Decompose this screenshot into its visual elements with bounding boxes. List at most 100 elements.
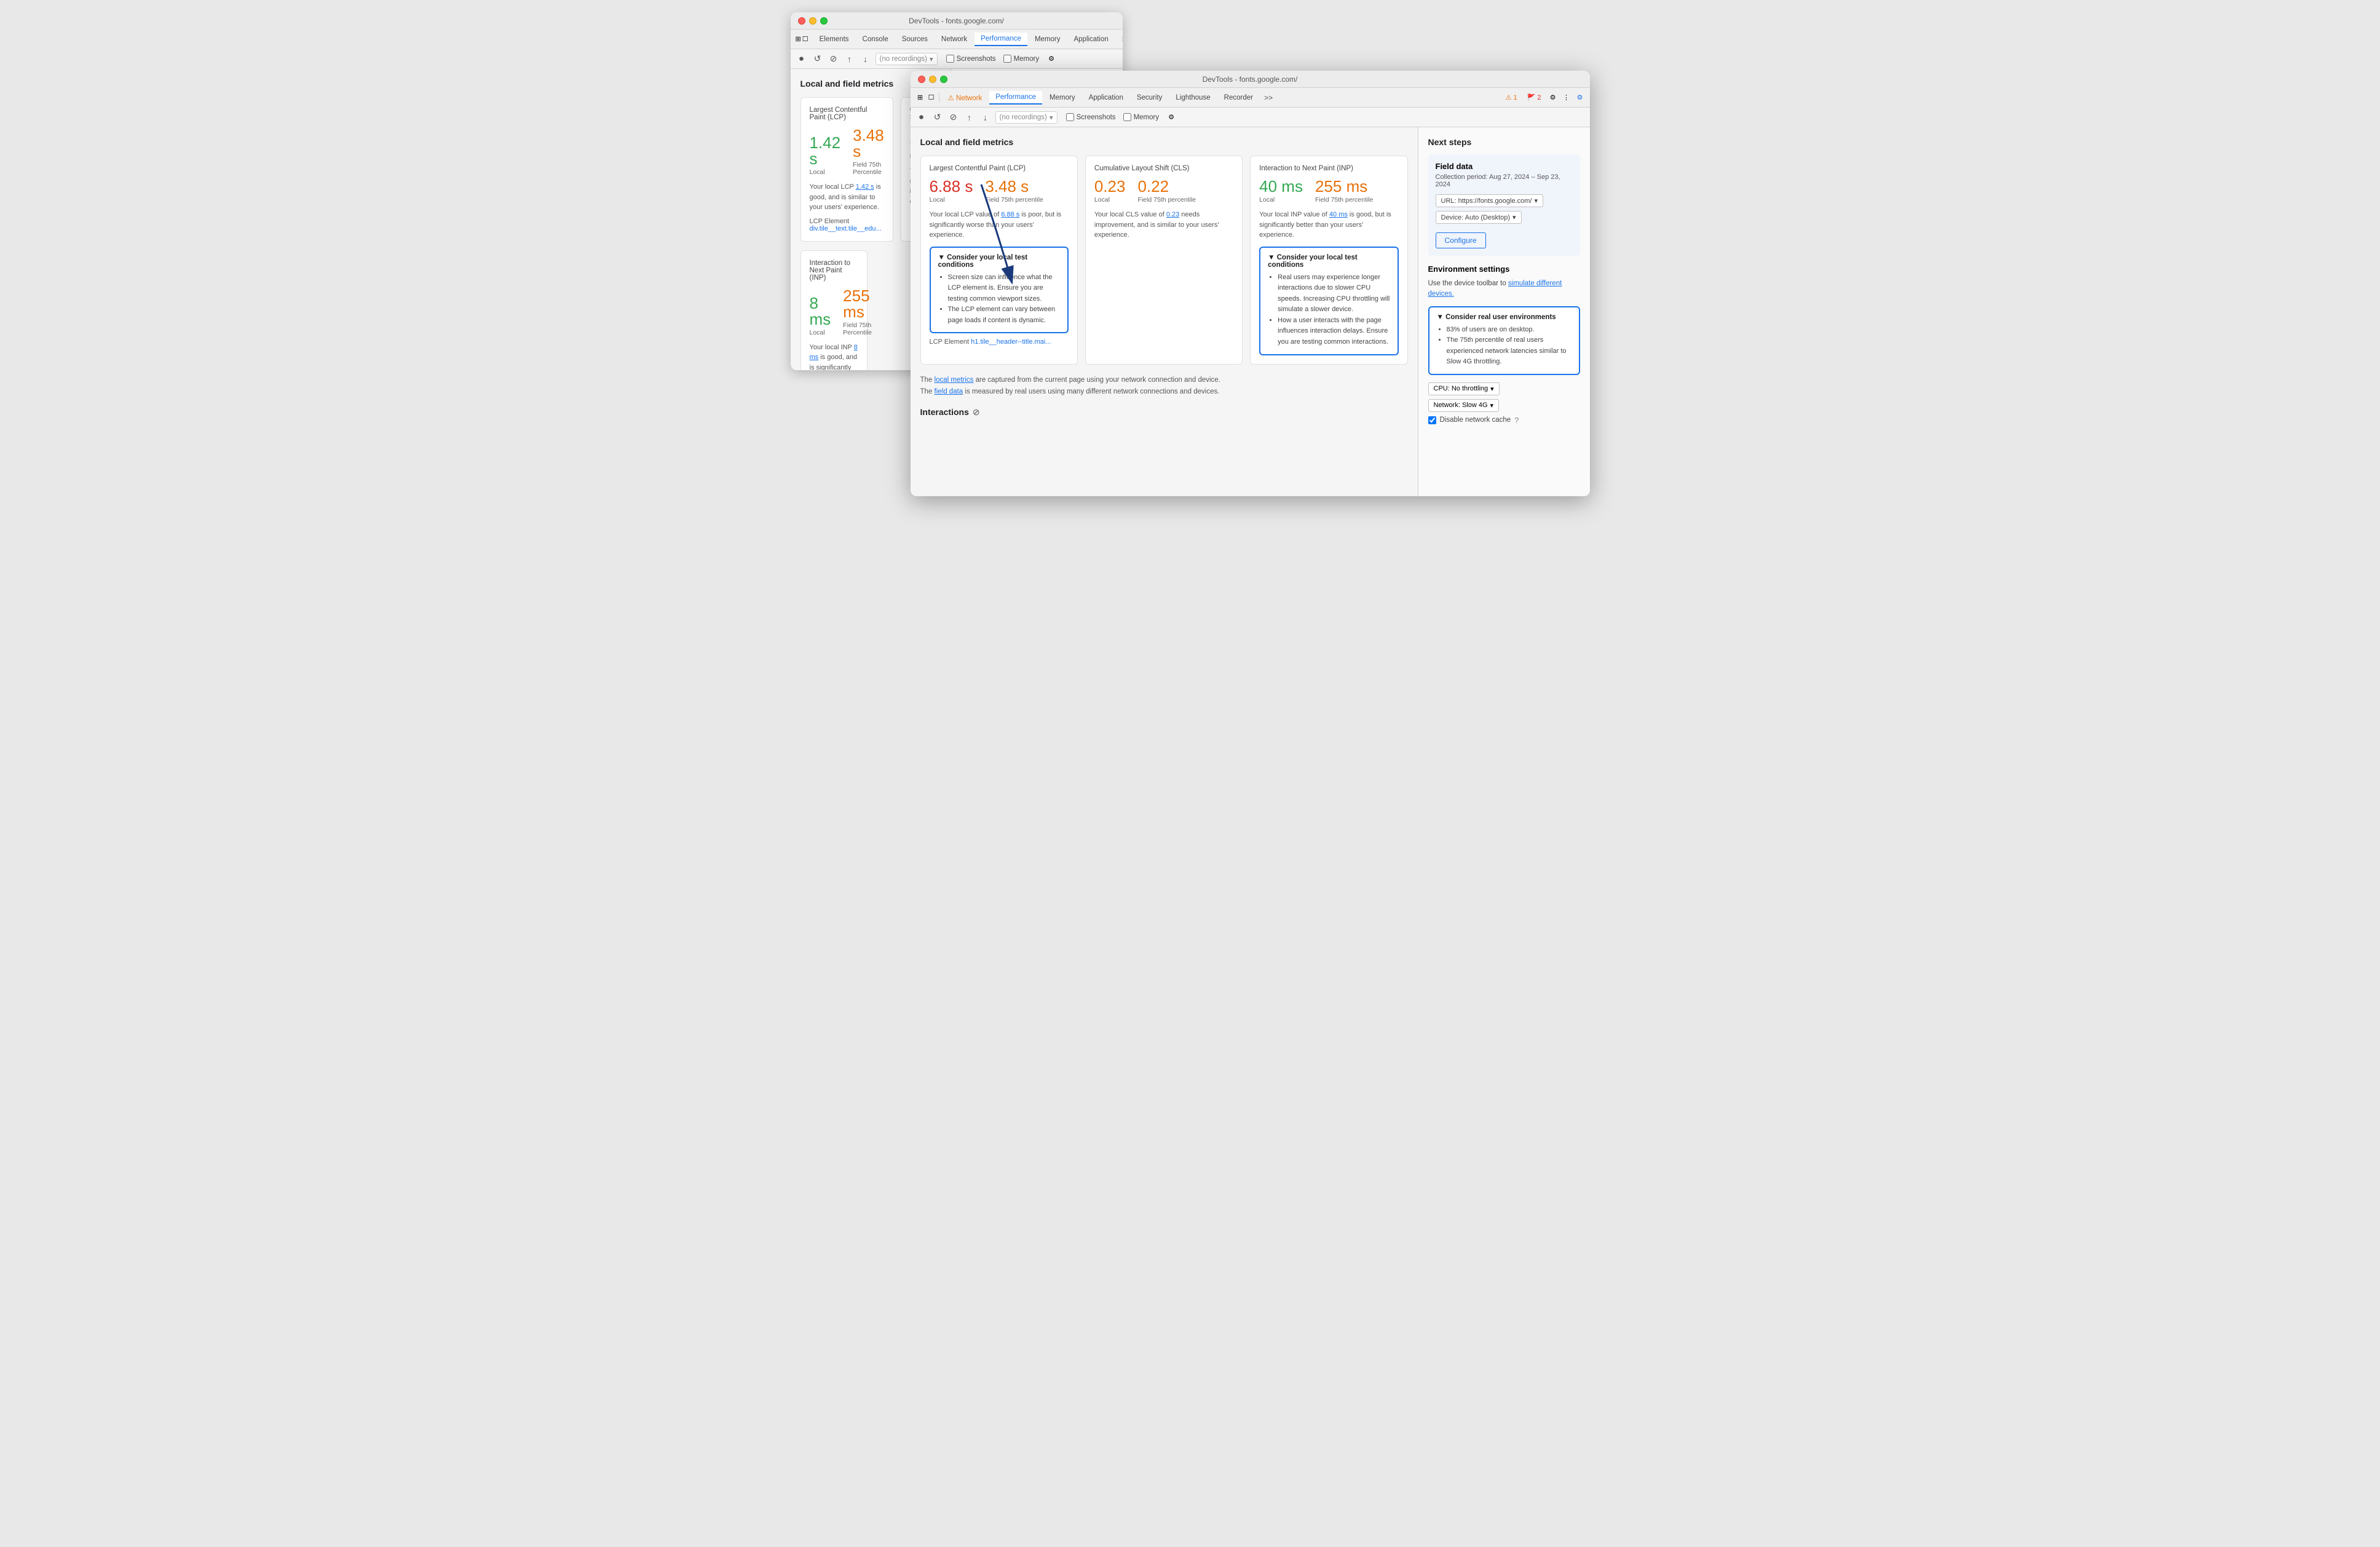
devtools-select-icon-fg[interactable]: ⊞ (915, 93, 925, 103)
tab-console-bg[interactable]: Console (856, 33, 895, 46)
lcp-local-val-bg: 1.42 s (810, 135, 841, 167)
tab-application-bg[interactable]: Application (1067, 33, 1114, 46)
tabbar-bg: ⊞ ☐ Elements Console Sources Network Per… (791, 30, 1123, 49)
consider-real-list-fg: 83% of users are on desktop. The 75th pe… (1437, 325, 1572, 368)
lcp-card-fg: Largest Contentful Paint (LCP) 6.88 s Lo… (920, 156, 1078, 365)
traffic-lights-fg (918, 76, 947, 83)
clear-btn-bg[interactable]: ⊘ (828, 53, 840, 65)
lcp-field-label-bg: Field 75th Percentile (853, 161, 884, 176)
devtools-inspect-icon-fg[interactable]: ☐ (927, 93, 936, 103)
close-button-fg[interactable] (918, 76, 925, 83)
lcp-field-val-bg: 3.48 s (853, 127, 884, 159)
tab-application-fg[interactable]: Application (1083, 92, 1129, 104)
lcp-values-fg: 6.88 s Local 3.48 s Field 75th percentil… (930, 178, 1069, 204)
section-title-fg: Local and field metrics (920, 137, 1408, 147)
field-data-section-fg: Field data Collection period: Aug 27, 20… (1428, 154, 1580, 256)
maximize-button-fg[interactable] (940, 76, 947, 83)
screenshots-checkbox-fg[interactable]: Screenshots (1066, 113, 1116, 121)
lcp-desc-bg: Your local LCP 1.42 s is good, and is si… (810, 182, 884, 213)
window-title-fg: DevTools - fonts.google.com/ (1203, 75, 1298, 84)
disable-cache-checkbox-fg[interactable] (1428, 416, 1436, 424)
more-icon-fg[interactable]: ⋮ (1562, 93, 1572, 103)
url-select-fg: URL: https://fonts.google.com/ ▾ (1436, 194, 1573, 207)
simulate-devices-link[interactable]: simulate different devices. (1428, 280, 1562, 298)
screenshots-checkbox-bg[interactable]: Screenshots (946, 55, 996, 63)
more-tabs-btn-fg[interactable]: >> (1260, 92, 1276, 103)
devtools-window-foreground: DevTools - fonts.google.com/ ⊞ ☐ ⚠ Netwo… (911, 71, 1590, 496)
device-dropdown-fg[interactable]: Device: Auto (Desktop) ▾ (1436, 211, 1522, 224)
left-panel-fg: Local and field metrics Largest Contentf… (911, 127, 1418, 496)
cpu-dropdown-fg[interactable]: CPU: No throttling ▾ (1428, 382, 1500, 395)
env-settings-section-fg: Environment settings Use the device tool… (1428, 264, 1580, 425)
minimize-button-bg[interactable] (809, 17, 816, 25)
inp-title-bg: Interaction to Next Paint (INP) (810, 259, 858, 282)
lcp-field-val-fg: 3.48 s (985, 178, 1043, 194)
tab-memory-bg[interactable]: Memory (1029, 33, 1067, 46)
tab-security-fg[interactable]: Security (1131, 92, 1169, 104)
devtools-select-icon[interactable]: ⊞ (796, 34, 801, 44)
cls-values-fg: 0.23 Local 0.22 Field 75th percentile (1094, 178, 1233, 204)
next-steps-title-fg: Next steps (1428, 137, 1580, 147)
tab-network-bg[interactable]: Network (935, 33, 973, 46)
memory-checkbox-bg[interactable]: Memory (1003, 55, 1040, 63)
right-panel-fg: Next steps Field data Collection period:… (1418, 127, 1590, 496)
network-dropdown-fg[interactable]: Network: Slow 4G ▾ (1428, 399, 1500, 412)
tab-elements-bg[interactable]: Elements (813, 33, 855, 46)
cache-row-fg: Disable network cache ? (1428, 416, 1580, 425)
clear-btn-fg[interactable]: ⊘ (947, 111, 960, 124)
lcp-local-val-fg: 6.88 s (930, 178, 973, 194)
cache-help-icon[interactable]: ? (1514, 416, 1519, 425)
inp-card-bg: Interaction to Next Paint (INP) 8 ms Loc… (801, 250, 868, 371)
download-btn-bg[interactable]: ↓ (860, 53, 872, 65)
minimize-button-fg[interactable] (929, 76, 936, 83)
settings-icon-fg[interactable]: ⚙ (1548, 93, 1558, 103)
field-data-title-fg: Field data (1436, 162, 1573, 171)
settings-toolbar-icon-bg[interactable]: ⚙ (1046, 54, 1056, 64)
tab-performance-bg[interactable]: Performance (975, 33, 1027, 46)
toolbar-fg: ⏺ ↺ ⊘ ↑ ↓ (no recordings) ▾ Screenshots … (911, 108, 1590, 127)
cpu-select-row-fg: CPU: No throttling ▾ (1428, 382, 1580, 395)
lcp-element-bg: LCP Element div.tile__text.tile__edu... (810, 218, 884, 232)
warning-badge-fg: ⚠ 1 (1503, 92, 1520, 103)
tab-network-fg[interactable]: ⚠ Network (942, 91, 989, 105)
tab-lighthouse-fg[interactable]: Lighthouse (1169, 92, 1216, 104)
inp-field-val-fg: 255 ms (1315, 178, 1374, 194)
reload-btn-bg[interactable]: ↺ (812, 53, 824, 65)
record-btn-fg[interactable]: ⏺ (915, 111, 928, 124)
tab-sources-bg[interactable]: Sources (896, 33, 934, 46)
titlebar-fg: DevTools - fonts.google.com/ (911, 71, 1590, 88)
cls-local-val-fg: 0.23 (1094, 178, 1126, 194)
memory-checkbox-fg[interactable]: Memory (1123, 113, 1160, 121)
record-btn-bg[interactable]: ⏺ (796, 53, 808, 65)
local-metrics-link[interactable]: local metrics (935, 376, 974, 384)
settings-toolbar-icon-fg[interactable]: ⚙ (1166, 113, 1176, 122)
close-button-bg[interactable] (798, 17, 805, 25)
reload-btn-fg[interactable]: ↺ (931, 111, 944, 124)
cls-title-fg: Cumulative Layout Shift (CLS) (1094, 165, 1233, 172)
lcp-local-label-bg: Local (810, 168, 841, 176)
configure-btn-fg[interactable]: Configure (1436, 232, 1486, 248)
devtools-inspect-icon[interactable]: ☐ (802, 34, 808, 44)
upload-btn-fg[interactable]: ↑ (963, 111, 976, 124)
url-dropdown-fg[interactable]: URL: https://fonts.google.com/ ▾ (1436, 194, 1544, 207)
download-btn-fg[interactable]: ↓ (979, 111, 992, 124)
tab-memory-fg[interactable]: Memory (1043, 92, 1081, 104)
inp-values-fg: 40 ms Local 255 ms Field 75th percentile (1259, 178, 1398, 204)
lcp-local-group-bg: 1.42 s Local (810, 135, 841, 176)
device-select-fg: Device: Auto (Desktop) ▾ (1436, 211, 1573, 224)
maximize-button-bg[interactable] (820, 17, 828, 25)
lcp-title-fg: Largest Contentful Paint (LCP) (930, 165, 1069, 172)
inp-consider-list-fg: Real users may experience longer interac… (1268, 272, 1390, 348)
cls-card-fg: Cumulative Layout Shift (CLS) 0.23 Local… (1085, 156, 1243, 365)
tab-recorder-fg[interactable]: Recorder (1218, 92, 1259, 104)
inp-local-val-fg: 40 ms (1259, 178, 1303, 194)
tab-security-bg[interactable]: Security (1116, 33, 1123, 46)
field-data-link[interactable]: field data (935, 388, 963, 395)
window-title-bg: DevTools - fonts.google.com/ (909, 17, 1004, 25)
lcp-consider-box-fg: ▼ Consider your local test conditions Sc… (930, 247, 1069, 334)
traffic-lights-bg (798, 17, 828, 25)
lcp-consider-list-fg: Screen size can influence what the LCP e… (938, 272, 1060, 326)
dock-settings-icon-fg[interactable]: ⚙ (1575, 93, 1585, 103)
tab-performance-fg[interactable]: Performance (989, 91, 1042, 105)
upload-btn-bg[interactable]: ↑ (844, 53, 856, 65)
